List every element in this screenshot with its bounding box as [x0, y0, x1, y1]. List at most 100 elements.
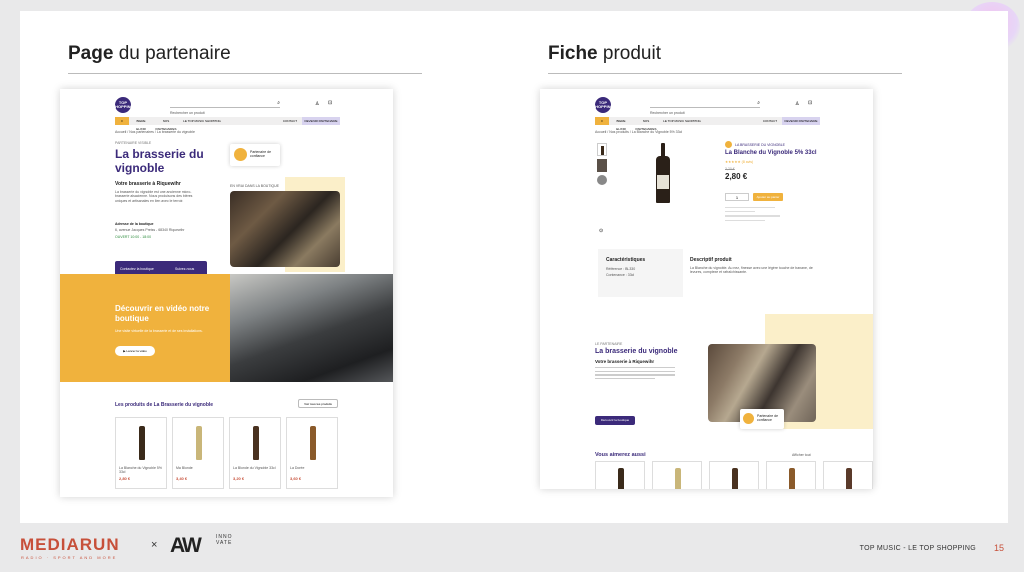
video-text: Une visite virtuelle de la brasserie et … — [115, 329, 203, 333]
bottle-image — [789, 468, 795, 489]
partner-title: La brasserie du vignoble — [115, 147, 204, 175]
top-shopping-logo: TOP SHOPPING — [592, 97, 614, 113]
page-number: 15 — [993, 543, 1004, 553]
partner-description: La brasserie du vignoble est une ancienn… — [115, 190, 193, 203]
innovate-logo-text: INNOVATE — [216, 534, 233, 546]
quantity-stepper[interactable]: 1 — [725, 193, 749, 201]
nav-item-3[interactable]: LE TOP MUSIC SHOPPING — [662, 117, 702, 125]
characteristic-row: Contenance : 33cl — [606, 273, 635, 277]
nav-categories-button[interactable]: ≡ — [595, 117, 609, 125]
product-main-image — [656, 143, 670, 203]
nav-item-contact[interactable]: CONTACT — [280, 117, 300, 125]
bottle-image — [732, 468, 738, 489]
characteristic-row: Référence : BL330 — [606, 267, 636, 271]
recommended-product-card[interactable] — [823, 461, 873, 489]
product-name: La Blanche du Vignoble 5% 33cl — [725, 150, 817, 156]
old-price: 3,20 € — [725, 167, 735, 171]
right-title-divider — [548, 73, 902, 74]
seller-name[interactable]: LA BRASSERIE DU VIGNOBLE — [735, 143, 785, 147]
recommended-product-card[interactable] — [709, 461, 759, 489]
opening-hours: OUVERT 10:00 - 18:00 — [115, 235, 152, 239]
view-all-products-button[interactable]: Voir tous les produits — [298, 399, 338, 408]
bottle-image — [253, 426, 259, 460]
search-placeholder: Rechercher un produit — [170, 111, 205, 115]
bottle-image — [196, 426, 202, 460]
thumbnail-2[interactable] — [597, 159, 607, 172]
recommended-product-card[interactable] — [652, 461, 702, 489]
times-symbol: × — [151, 539, 158, 551]
cart-icon[interactable]: ⊡ — [328, 100, 332, 106]
product-price: 3,20 € — [233, 476, 245, 481]
recommendations-title: Vous aimerez aussi — [595, 452, 646, 458]
trust-badge: Partenaire de confiance — [740, 409, 784, 429]
bottle-image — [618, 468, 624, 489]
left-section-title: Page du partenaire — [68, 43, 231, 64]
characteristics-title: Caractéristiques — [606, 257, 646, 263]
nav-item-3[interactable]: LE TOP MUSIC SHOPPING — [182, 117, 222, 125]
product-page-mockup: TOP SHOPPING Rechercher un produit ⌕ ♙ ⊡… — [540, 89, 873, 489]
user-icon[interactable]: ♙ — [795, 101, 799, 107]
nav-item-1[interactable]: BIERE ELIXIR — [612, 117, 630, 131]
bottle-image — [310, 426, 316, 460]
footer-caption: TOP MUSIC - LE TOP SHOPPING — [859, 545, 976, 552]
partner-text-lines — [595, 367, 675, 380]
product-card[interactable]: La Blanche du Vignoble 5% 33cl 2,80 € — [115, 417, 167, 489]
badge-label: Partenaire de confiance — [250, 150, 272, 159]
add-to-cart-button[interactable]: Ajouter au panier — [753, 193, 783, 201]
top-shopping-logo: TOP SHOPPING — [112, 97, 134, 113]
follow-label: Suivez-nous — [175, 267, 195, 271]
nav-item-contact[interactable]: CONTACT — [760, 117, 780, 125]
nav-item-2[interactable]: NOS PARTENAIRES — [152, 117, 180, 131]
partner-kicker: PARTENAIRE VISIBLE — [115, 141, 152, 145]
product-price: 2,80 € — [725, 172, 748, 181]
nav-item-1[interactable]: BIERE ELIXIR — [132, 117, 150, 131]
product-rating: ★★★★★ (8 avis) — [725, 160, 754, 164]
left-title-divider — [68, 73, 422, 74]
thumbnail-3[interactable] — [597, 175, 607, 185]
product-price: 3,60 € — [290, 476, 302, 481]
breadcrumb: Accueil / Nos produits / La Blanche du V… — [595, 130, 683, 134]
video-button-label: Lancer la vidéo — [126, 349, 147, 353]
recommended-product-card[interactable] — [595, 461, 645, 489]
partner-page-mockup: TOP SHOPPING Rechercher un produit ⌕ ♙ ⊡… — [60, 89, 393, 497]
product-card[interactable]: La Blonde du Vignoble 33cl 3,20 € — [229, 417, 281, 489]
breadcrumb: Accueil / Nos partenaires / La brasserie… — [115, 130, 195, 134]
bottle-image — [139, 426, 145, 460]
product-card[interactable]: Ma Blonde 3,40 € — [172, 417, 224, 489]
nav-categories-button[interactable]: ≡ — [115, 117, 129, 125]
product-card[interactable]: La Dorée 3,60 € — [286, 417, 338, 489]
partner-title: La brasserie du vignoble — [595, 348, 678, 355]
nav-item-become-partner[interactable]: DEVENIR PARTENAIRE — [302, 117, 340, 125]
right-section-title: Fiche produit — [548, 43, 661, 64]
product-price: 2,80 € — [119, 476, 131, 481]
nav-item-become-partner[interactable]: DEVENIR PARTENAIRE — [782, 117, 820, 125]
trust-badge: Partenaire de confiance — [230, 144, 280, 166]
seller-icon — [725, 141, 732, 148]
description-text: La Blanche du vignoble. Au nez, finesse … — [690, 266, 813, 275]
product-name: La Blonde du Vignoble 33cl — [233, 466, 276, 470]
brewery-bottles-photo — [230, 274, 393, 382]
video-title: Découvrir en vidéo notre boutique — [115, 304, 210, 323]
thumbnail-1[interactable] — [597, 143, 607, 156]
partner-subtitle: Votre brasserie à Riquewihr — [595, 359, 655, 364]
photo-caption: EN VRAI DANS LA BOUTIQUE — [230, 184, 280, 188]
user-icon[interactable]: ♙ — [315, 101, 319, 107]
badge-label: Partenaire de confiance — [757, 414, 779, 423]
partner-subtitle: Votre brasserie à Riquewihr — [115, 181, 181, 187]
video-play-button[interactable]: ▶ Lancer la vidéo — [115, 346, 155, 356]
search-icon[interactable]: ⌕ — [277, 100, 280, 106]
carousel-down-icon[interactable]: ⊙ — [599, 228, 603, 234]
view-all-link[interactable]: Afficher tout — [792, 453, 811, 457]
discover-shop-button[interactable]: Découvrir la boutique — [595, 416, 635, 425]
bottle-image — [675, 468, 681, 489]
search-bar[interactable]: Rechercher un produit ⌕ — [170, 100, 280, 115]
contact-label: Contactez la boutique — [120, 267, 154, 271]
nav-item-2[interactable]: NOS PARTENAIRES — [632, 117, 660, 131]
product-name: La Dorée — [290, 466, 305, 470]
product-price: 3,40 € — [176, 476, 188, 481]
search-bar[interactable]: Rechercher un produit ⌕ — [650, 100, 760, 115]
search-icon[interactable]: ⌕ — [757, 100, 760, 106]
cart-icon[interactable]: ⊡ — [808, 100, 812, 106]
badge-icon — [743, 413, 754, 424]
recommended-product-card[interactable] — [766, 461, 816, 489]
